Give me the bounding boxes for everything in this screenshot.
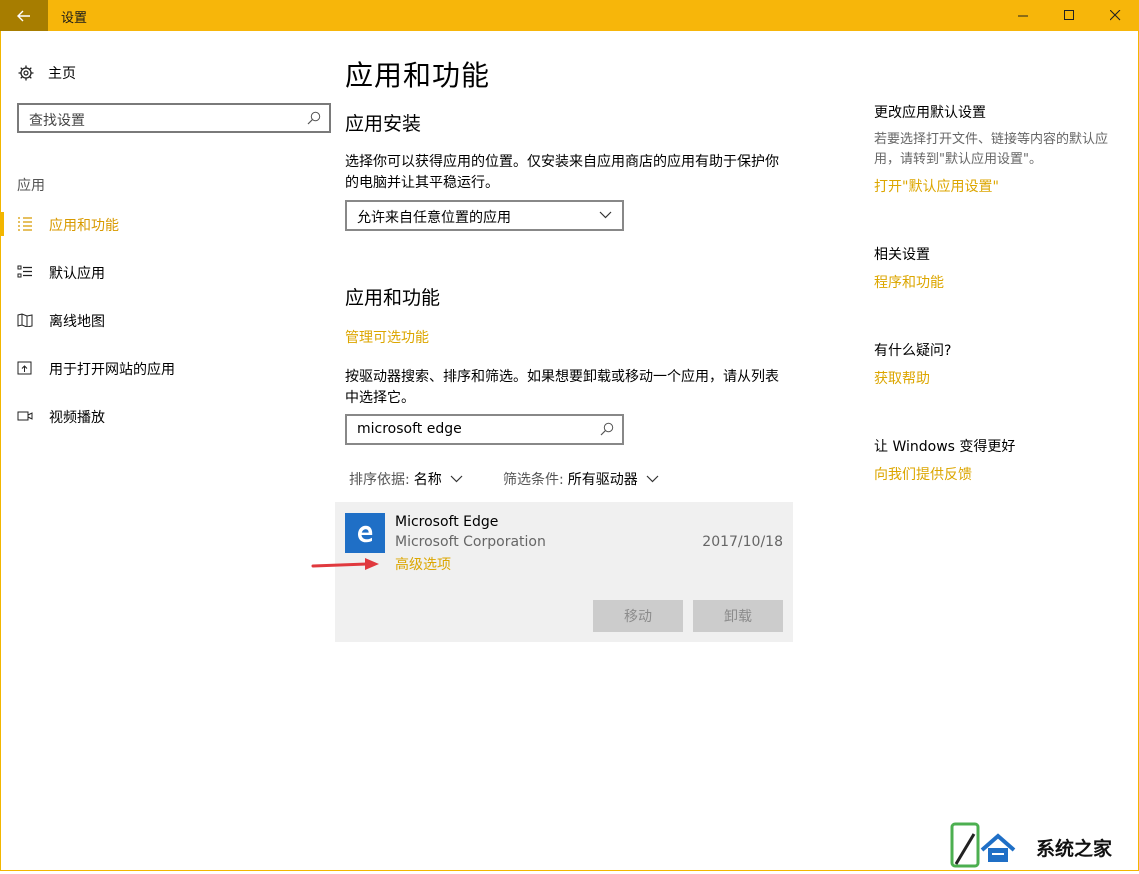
sidebar-item-video-playback[interactable]: 视频播放 (0, 401, 320, 431)
install-description: 选择你可以获得应用的位置。仅安装来自应用商店的应用有助于保护你的电脑并让其平稳运… (345, 152, 790, 194)
maximize-button[interactable] (1046, 0, 1092, 31)
minimize-button[interactable] (1000, 0, 1046, 31)
close-icon (1110, 10, 1121, 21)
feedback-heading: 让 Windows 变得更好 (874, 436, 1015, 456)
sort-dropdown[interactable]: 排序依据: 名称 (349, 469, 463, 489)
sidebar-item-label: 离线地图 (49, 311, 105, 331)
search-placeholder: 查找设置 (29, 110, 85, 130)
app-search-value: microsoft edge (357, 421, 462, 437)
sidebar-item-apps-features[interactable]: 应用和功能 (0, 209, 320, 239)
edge-logo-icon (354, 522, 376, 544)
open-web-icon (17, 361, 33, 375)
filter-dropdown[interactable]: 筛选条件: 所有驱动器 (503, 469, 659, 489)
edge-app-icon (345, 513, 385, 553)
video-icon (17, 409, 33, 423)
home-label: 主页 (48, 63, 76, 83)
gear-icon (18, 65, 34, 81)
uninstall-button[interactable]: 卸载 (693, 600, 783, 632)
close-button[interactable] (1092, 0, 1138, 31)
chevron-down-icon (646, 475, 659, 483)
map-icon (17, 313, 33, 327)
chevron-down-icon (599, 211, 612, 219)
minimize-icon (1018, 10, 1029, 21)
advanced-options-link[interactable]: 高级选项 (395, 554, 451, 574)
page-title: 应用和功能 (345, 54, 490, 94)
search-icon (600, 422, 614, 436)
help-heading: 有什么疑问? (874, 340, 951, 360)
app-search-input[interactable]: microsoft edge (345, 414, 624, 445)
dropdown-value: 允许来自任意位置的应用 (357, 207, 511, 227)
filter-value: 所有驱动器 (568, 469, 638, 489)
related-settings-heading: 相关设置 (874, 244, 930, 264)
settings-search-input[interactable]: 查找设置 (17, 103, 331, 133)
install-source-dropdown[interactable]: 允许来自任意位置的应用 (345, 200, 624, 231)
sidebar-item-label: 默认应用 (49, 263, 105, 283)
red-arrow-annotation (311, 558, 381, 572)
give-feedback-link[interactable]: 向我们提供反馈 (874, 464, 972, 484)
watermark-text: 系统之家 (1036, 834, 1112, 861)
list-icon (17, 217, 33, 231)
manage-optional-features-link[interactable]: 管理可选功能 (345, 327, 429, 347)
sort-value: 名称 (414, 469, 442, 489)
sidebar-item-offline-maps[interactable]: 离线地图 (0, 305, 320, 335)
watermark-logo-icon (948, 820, 1034, 870)
sidebar-item-apps-for-websites[interactable]: 用于打开网站的应用 (0, 353, 320, 383)
app-list-item[interactable]: Microsoft Edge Microsoft Corporation 201… (335, 502, 793, 642)
nav-section-heading: 应用 (17, 175, 45, 195)
features-description: 按驱动器搜索、排序和筛选。如果想要卸载或移动一个应用，请从列表中选择它。 (345, 367, 790, 409)
sidebar-item-label: 视频播放 (49, 407, 105, 427)
chevron-down-icon (450, 475, 463, 483)
app-publisher: Microsoft Corporation (395, 534, 546, 550)
filter-label: 筛选条件: (503, 469, 564, 489)
sidebar-item-label: 应用和功能 (49, 215, 119, 235)
open-default-apps-link[interactable]: 打开"默认应用设置" (874, 176, 999, 196)
default-apps-icon (17, 265, 33, 279)
back-button[interactable] (0, 0, 48, 31)
get-help-link[interactable]: 获取帮助 (874, 368, 930, 388)
sidebar-item-label: 用于打开网站的应用 (49, 359, 175, 379)
app-install-date: 2017/10/18 (702, 534, 783, 550)
maximize-icon (1064, 10, 1075, 21)
move-button[interactable]: 移动 (593, 600, 683, 632)
default-apps-heading: 更改应用默认设置 (874, 102, 986, 122)
default-apps-description: 若要选择打开文件、链接等内容的默认应用，请转到"默认应用设置"。 (874, 130, 1124, 170)
nav-home[interactable]: 主页 (18, 63, 76, 83)
features-heading: 应用和功能 (345, 283, 440, 310)
search-icon (307, 111, 321, 125)
window-title: 设置 (61, 7, 87, 26)
install-heading: 应用安装 (345, 109, 421, 136)
sort-label: 排序依据: (349, 469, 410, 489)
title-bar: 设置 (0, 0, 1139, 31)
app-name: Microsoft Edge (395, 514, 498, 530)
programs-features-link[interactable]: 程序和功能 (874, 272, 944, 292)
sidebar-item-default-apps[interactable]: 默认应用 (0, 257, 320, 287)
back-arrow-icon (17, 10, 31, 22)
watermark: 系统之家 (948, 820, 1139, 870)
